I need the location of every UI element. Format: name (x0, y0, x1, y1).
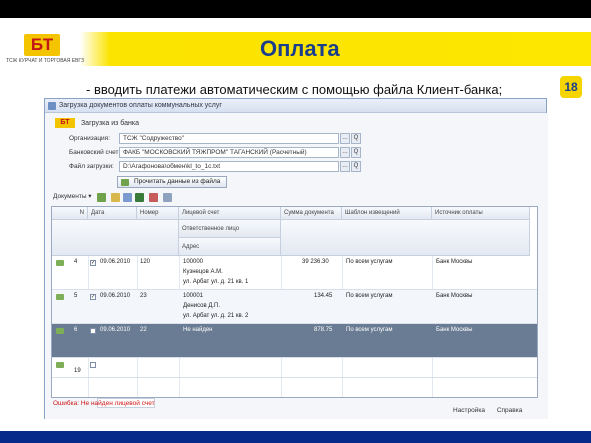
documents-grid: N Дата Номер Лицевой счет Сумма документ… (51, 206, 538, 398)
copy-icon[interactable] (111, 193, 120, 202)
col-number[interactable]: Номер (137, 207, 179, 220)
help-button[interactable]: Справка (497, 407, 523, 414)
read-file-button[interactable]: Прочитать данные из файла (117, 176, 228, 188)
organization-open-button[interactable]: Q (351, 133, 361, 144)
cell-account: 100000 (183, 259, 204, 265)
cell-date: 09.06.2010 (100, 327, 131, 333)
header-filler-right (281, 220, 530, 256)
form-logo-icon: БТ (55, 118, 75, 128)
slide-title: Оплата (260, 36, 340, 61)
col-responsible[interactable]: Ответственное лицо (179, 220, 281, 238)
delete-icon[interactable] (149, 193, 158, 202)
slide: БТ ТСЖ КУРЧАТ И ТОРГОВАЯ ЕВГЗ Оплата 18 … (0, 18, 591, 431)
file-open-button[interactable]: Q (351, 161, 361, 172)
cell-n: 5 (74, 293, 78, 299)
col-account[interactable]: Лицевой счет (179, 207, 281, 220)
filter-icon[interactable] (163, 193, 172, 202)
file-path-field[interactable]: D:\Агафонова\обмен\kl_to_1c.txt (119, 161, 339, 172)
cell-person: Кузнецов А.М. (183, 269, 223, 275)
col-address[interactable]: Адрес (179, 238, 281, 256)
cell-source: Банк Москвы (436, 293, 473, 299)
table-row[interactable]: 4 ✓ 09.06.2010 120 100000 Кузнецов А.М. … (52, 256, 537, 290)
read-file-label: Прочитать данные из файла (134, 178, 221, 185)
cell-account: Не найден (183, 327, 213, 333)
col-source[interactable]: Источник оплаты (432, 207, 530, 220)
cell-template: По всем услугам (346, 259, 393, 265)
cell-sum: 134.45 (314, 293, 333, 299)
window-titlebar: Загрузка документов оплаты коммунальных … (45, 99, 546, 113)
table-row-partial[interactable]: 19 (52, 358, 537, 378)
app-window: Загрузка документов оплаты коммунальных … (44, 98, 548, 419)
organization-field[interactable]: ТСЖ "Содружество" (119, 133, 339, 144)
bank-account-open-button[interactable]: Q (351, 147, 361, 158)
row-checkbox[interactable] (90, 362, 96, 368)
row-checkbox[interactable]: ✓ (90, 328, 96, 334)
documents-menu[interactable]: Документы ▾ (53, 192, 92, 203)
form-subtitle: БТ Загрузка из банка (55, 118, 139, 128)
refresh-icon[interactable] (135, 193, 144, 202)
cell-number: 22 (140, 327, 147, 333)
col-n[interactable]: N (52, 207, 88, 220)
form-subtitle-text: Загрузка из банка (80, 119, 139, 127)
bank-account-field[interactable]: ФАКБ "МОСКОВСКИЙ ТЯЖПРОМ" ТАГАНСКИЙ (Рас… (119, 147, 339, 158)
table-row-selected[interactable]: 6 ✓ 09.06.2010 22 Не найден 878.75 По вс… (52, 324, 537, 358)
cell-number: 120 (140, 259, 151, 265)
form-body: БТ Загрузка из банка Организация: ТСЖ "С… (45, 113, 548, 419)
organization-select-button[interactable]: … (340, 133, 350, 144)
row-checkbox[interactable]: ✓ (90, 260, 96, 266)
add-icon[interactable] (97, 193, 106, 202)
bottom-bar (0, 431, 591, 443)
table-row[interactable]: 5 ✓ 09.06.2010 23 100001 Денисов Д.П. ул… (52, 290, 537, 324)
cell-sum: 39 236.30 (302, 259, 329, 265)
document-icon (56, 362, 64, 368)
read-file-icon (121, 179, 129, 186)
cell-person: Денисов Д.П. (183, 303, 221, 309)
cell-address: ул. Арбат ул. д. 21 кв. 2 (183, 313, 249, 319)
page-number-badge: 18 (560, 76, 582, 98)
window-title: Загрузка документов оплаты коммунальных … (59, 102, 222, 109)
window-icon (48, 102, 56, 110)
error-message: Ошибка: Не найден лицевой счет (53, 400, 155, 407)
file-browse-button[interactable]: … (340, 161, 350, 172)
settings-button[interactable]: Настройка (453, 407, 485, 414)
document-icon (56, 328, 64, 334)
document-icon (56, 260, 64, 266)
header-filler (52, 220, 179, 256)
file-label: Файл загрузки: (69, 163, 114, 170)
cell-n: 19 (74, 368, 81, 374)
cell-number: 23 (140, 293, 147, 299)
footer-buttons: Настройка Справка (443, 407, 522, 414)
bank-account-label: Банковский счет: (69, 149, 121, 156)
cell-source: Банк Москвы (436, 327, 473, 333)
bank-account-select-button[interactable]: … (340, 147, 350, 158)
company-logo: БТ ТСЖ КУРЧАТ И ТОРГОВАЯ ЕВГЗ (6, 34, 84, 68)
cell-n: 6 (74, 327, 78, 333)
cell-address: ул. Арбат ул. д. 21 кв. 1 (183, 279, 249, 285)
cell-template: По всем услугам (346, 327, 393, 333)
document-icon (56, 294, 64, 300)
col-template[interactable]: Шаблон извещений (342, 207, 432, 220)
edit-icon[interactable] (123, 193, 132, 202)
col-sum[interactable]: Сумма документа (281, 207, 342, 220)
cell-date: 09.06.2010 (100, 259, 131, 265)
row-checkbox[interactable]: ✓ (90, 294, 96, 300)
cell-template: По всем услугам (346, 293, 393, 299)
cell-source: Банк Москвы (436, 259, 473, 265)
cell-date: 09.06.2010 (100, 293, 131, 299)
logo-caption: ТСЖ КУРЧАТ И ТОРГОВАЯ ЕВГЗ (6, 58, 85, 64)
logo-mark: БТ (24, 34, 60, 56)
cell-sum: 878.75 (314, 327, 333, 333)
col-date[interactable]: Дата (88, 207, 137, 220)
cell-n: 4 (74, 259, 78, 265)
bullet-text: - вводить платежи автоматическим с помощ… (86, 82, 503, 97)
cell-account: 100001 (183, 293, 204, 299)
organization-label: Организация: (69, 135, 111, 142)
